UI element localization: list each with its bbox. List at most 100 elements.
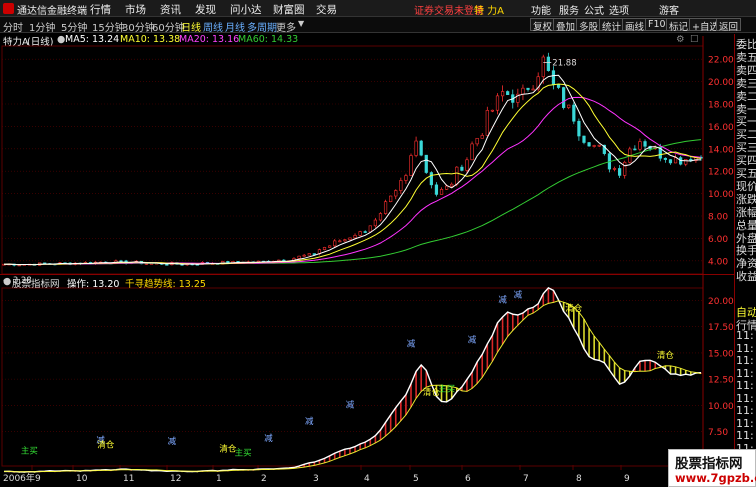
candle-body (394, 190, 398, 197)
signal-label: 主买 (235, 448, 252, 459)
side-panel-label: 收益 (736, 270, 756, 284)
price-tick-label: 6.00 (708, 235, 728, 245)
watermark-title: 股票指标网 (675, 456, 743, 472)
indicator-dot-icon: ● (3, 276, 12, 287)
candle-body (638, 141, 642, 150)
time-axis-label: 2 (261, 474, 267, 484)
candle-body (297, 255, 301, 259)
candle-body (165, 264, 169, 266)
side-panel-tick: 11: (736, 416, 754, 430)
candle-body (445, 185, 449, 190)
signal-label: 清仓 (565, 303, 583, 314)
candle-body (389, 195, 393, 203)
price-tick-label: 18.00 (708, 101, 734, 111)
candle-body (455, 166, 459, 185)
candle-body (450, 183, 454, 187)
candle-body (526, 87, 530, 90)
candle-body (633, 148, 637, 151)
signal-label: 减 (468, 334, 477, 345)
price-tick-label: 4.00 (708, 257, 728, 267)
candle-body (312, 253, 316, 255)
price-tick-label: 12.00 (708, 168, 734, 178)
indicator-tick-label: 7.50 (708, 428, 728, 438)
candle-body (399, 180, 403, 191)
candle-body (572, 104, 576, 122)
indicator-op-value: 操作: 13.20 (67, 279, 120, 290)
price-tick-label: 8.00 (708, 213, 728, 223)
signal-label: 主买 (21, 446, 38, 457)
side-panel-tick: 11: (736, 366, 754, 380)
price-tick-label: 16.00 (708, 123, 734, 133)
candle-body (302, 254, 306, 257)
candle-body (551, 70, 556, 86)
candle-body (409, 155, 413, 176)
side-panel-tick: 11: (736, 341, 754, 355)
candle-body (546, 56, 550, 71)
indicator-tick-label: 15.00 (708, 349, 734, 359)
candle-body (470, 143, 474, 161)
candle-body (322, 247, 327, 250)
signal-label: 减 (264, 433, 273, 444)
chart-area[interactable]: 4.00 6.00 8.00 10.00 12.00 14.00 16.00 18.00 20.… (0, 0, 756, 487)
candle-body (368, 225, 372, 233)
indicator-name: 股票指标网 (12, 279, 60, 290)
price-chart (2, 52, 703, 267)
candle-body (643, 141, 647, 147)
candle-body (460, 166, 464, 171)
indicator-tick-label: 12.50 (708, 376, 734, 386)
price-tick-label: 10.00 (708, 190, 734, 200)
candle-body (562, 87, 566, 108)
candle-body (348, 237, 352, 240)
candle-body (480, 135, 484, 139)
candle-body (592, 145, 596, 147)
time-axis-label: 5 (413, 474, 419, 484)
side-panel-tick: 11: (736, 329, 754, 342)
candle-body (419, 140, 423, 156)
time-axis-label: 9 (624, 474, 630, 484)
indicator-tick-label: 20.00 (708, 297, 734, 307)
candle-body (506, 91, 510, 96)
candle-body (363, 231, 367, 233)
candle-body (663, 157, 667, 160)
candle-body (485, 110, 489, 136)
signal-label: 减 (498, 295, 507, 306)
time-axis-label: 10 (76, 474, 88, 484)
signal-label: 清仓 (97, 439, 115, 450)
candle-body (673, 157, 678, 164)
signal-label: 清仓 (657, 350, 675, 361)
candle-body (429, 172, 433, 186)
candle-body (373, 219, 377, 227)
candle-body (338, 240, 342, 243)
candle-body (404, 175, 408, 181)
candle-body (556, 84, 561, 88)
time-axis-label: 6 (465, 474, 471, 484)
signal-label: 减 (514, 289, 523, 300)
watermark: 股票指标网 www.7gpzb.com (668, 449, 756, 487)
candle-body (414, 140, 418, 156)
signal-label: 减 (346, 399, 355, 410)
price-tick-label: 14.00 (708, 145, 734, 155)
price-tick-label: 20.00 (708, 78, 734, 88)
candle-body (531, 88, 535, 91)
candle-body (383, 201, 388, 214)
time-axis-label: 9 (35, 474, 41, 484)
side-panel-tick: 11: (736, 404, 754, 417)
chart-grid (0, 36, 734, 470)
side-panel-tick: 11: (736, 354, 754, 367)
candle-body (353, 235, 357, 239)
ma10-line (3, 83, 702, 266)
candle-body (617, 168, 622, 176)
candle-body (495, 95, 500, 111)
candle-body (500, 91, 505, 97)
candle-body (612, 168, 617, 170)
candle-body (434, 184, 439, 195)
time-axis-label: 3 (313, 474, 319, 484)
watermark-url: www.7gpzb.com (675, 471, 756, 485)
candle-body (490, 109, 495, 112)
indicator-tick-label: 17.50 (708, 323, 734, 333)
time-axis-label: 8 (576, 474, 582, 484)
candle-body (521, 87, 525, 95)
signal-label: 减 (305, 416, 314, 427)
time-axis-label: 2006年 (3, 472, 35, 484)
candle-body (597, 144, 601, 147)
